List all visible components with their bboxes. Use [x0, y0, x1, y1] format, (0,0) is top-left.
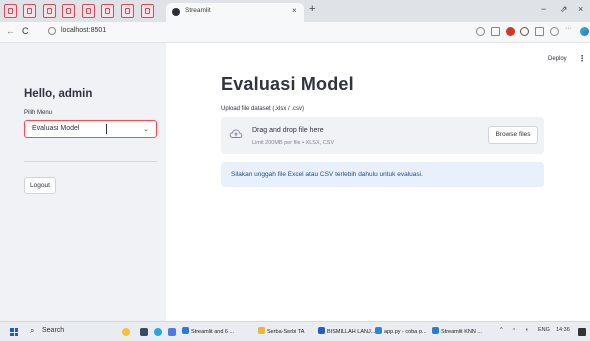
cloud-upload-icon — [229, 129, 243, 138]
search-icon: ⌕ — [30, 326, 35, 335]
word-icon — [318, 327, 325, 334]
taskbar-app-label: Streamlit KNN ... — [441, 329, 482, 335]
minimize-icon[interactable]: − — [541, 4, 546, 14]
file-dropzone[interactable]: Drag and drop file here Limit 200MB per … — [221, 117, 544, 154]
chevron-down-icon[interactable]: ⌄ — [143, 125, 149, 133]
windows-taskbar: ⌕ Search Streamlit and 6 ... Serba-Serbi… — [0, 321, 590, 341]
sidebar-greeting: Hello, admin — [24, 88, 93, 100]
pdf-icon — [8, 8, 13, 14]
menu-select-value: Evaluasi Model — [32, 125, 80, 132]
text-cursor — [106, 124, 107, 134]
task-view-icon[interactable] — [140, 328, 148, 336]
sidebar: Hello, admin Pilih Menu Evaluasi Model ⌄… — [0, 43, 166, 321]
notification-icon[interactable] — [578, 328, 586, 336]
menu-select[interactable]: Evaluasi Model ⌄ — [24, 120, 157, 138]
info-alert: Silakan unggah file Excel atau CSV terle… — [221, 162, 544, 187]
windows-start-icon[interactable] — [10, 328, 18, 336]
pinned-tab-pdf-4[interactable] — [62, 4, 75, 18]
close-window-icon[interactable]: × — [578, 4, 583, 14]
pinned-tab-pdf-5[interactable] — [82, 4, 95, 18]
tray-language[interactable]: ENG — [538, 327, 550, 333]
favorites-bar-icon[interactable] — [535, 27, 544, 36]
site-info-icon[interactable] — [48, 27, 56, 35]
restore-icon[interactable]: ⇗ — [560, 4, 568, 15]
taskbar-app-label: Streamlit and 6 ... — [191, 329, 235, 335]
file-uploader-label: Upload file dataset (.xlsx / .csv) — [221, 106, 305, 112]
taskbar-app-3[interactable]: BISMILLAH LANJ... — [318, 325, 375, 339]
tray-clock[interactable]: 14:36 — [556, 327, 570, 333]
logout-button[interactable]: Logout — [24, 177, 56, 194]
tab-streamlit[interactable]: Streamlit × — [166, 3, 304, 22]
volume-icon[interactable]: ◖ — [525, 327, 528, 333]
dropzone-instructions: Drag and drop file here — [252, 127, 324, 134]
browse-files-button[interactable]: Browse files — [488, 126, 538, 144]
taskbar-app-4[interactable]: app.py - coba p... — [375, 325, 427, 339]
edge-icon — [182, 327, 189, 334]
pinned-tab-pdf-3[interactable] — [43, 4, 56, 18]
tray-chevron-icon[interactable]: ^ — [500, 327, 503, 333]
edge-icon[interactable] — [154, 328, 162, 336]
taskbar-search[interactable]: ⌕ Search — [27, 325, 111, 338]
taskbar-app-2[interactable]: Serba-Serbi TA — [258, 325, 304, 339]
network-icon[interactable]: ◔ — [512, 327, 515, 333]
extension-adblock-icon[interactable] — [506, 27, 515, 36]
pdf-icon — [105, 8, 110, 14]
page-title: Evaluasi Model — [221, 74, 354, 94]
copilot-icon[interactable] — [580, 27, 589, 36]
tab-title: Streamlit — [185, 7, 211, 14]
folder-icon — [258, 327, 265, 334]
taskbar-app-label: Serba-Serbi TA — [267, 329, 305, 335]
main-menu-icon[interactable]: ⋮ — [578, 54, 586, 63]
info-alert-text: Silakan unggah file Excel atau CSV terle… — [231, 171, 423, 178]
dropzone-limit: Limit 200MB per file • XLSX, CSV — [252, 140, 335, 146]
edge-icon — [432, 327, 439, 334]
favorite-icon[interactable] — [491, 27, 500, 36]
pinned-tab-pdf-8[interactable] — [141, 4, 154, 18]
browser-tab-strip: Streamlit × + − ⇗ × — [0, 0, 590, 22]
url-field[interactable]: localhost:8501 — [44, 25, 464, 39]
pinned-tab-pdf-1[interactable] — [4, 4, 17, 18]
reload-icon[interactable]: C — [22, 26, 29, 36]
pdf-icon — [47, 8, 52, 14]
more-options-icon[interactable]: ··· — [565, 25, 574, 34]
new-tab-button[interactable]: + — [309, 3, 315, 15]
taskbar-app-label: app.py - coba p... — [384, 329, 427, 335]
taskbar-app-5[interactable]: Streamlit KNN ... — [432, 325, 482, 339]
sidebar-divider — [24, 161, 157, 162]
widgets-icon[interactable] — [122, 328, 130, 336]
pinned-tab-pdf-6[interactable] — [101, 4, 114, 18]
taskbar-search-text: Search — [42, 327, 65, 334]
collections-icon[interactable] — [550, 27, 559, 36]
deploy-button[interactable]: Deploy — [548, 56, 567, 62]
url-text: localhost:8501 — [61, 27, 107, 34]
address-bar: ← C localhost:8501 ··· — [0, 22, 590, 43]
taskbar-app-1[interactable]: Streamlit and 6 ... — [182, 325, 234, 339]
pdf-icon — [86, 8, 91, 14]
close-tab-icon[interactable]: × — [292, 6, 297, 15]
zoom-icon[interactable] — [476, 27, 485, 36]
streamlit-icon — [172, 8, 180, 16]
taskbar-app-label: BISMILLAH LANJ... — [327, 329, 376, 335]
back-icon[interactable]: ← — [6, 26, 15, 36]
pdf-icon — [145, 8, 150, 14]
menu-select-label: Pilih Menu — [24, 110, 53, 116]
extension-icon[interactable] — [520, 27, 529, 36]
vscode-icon — [375, 327, 382, 334]
file-explorer-icon[interactable] — [168, 328, 176, 336]
pdf-icon — [125, 8, 130, 14]
pdf-icon — [27, 8, 32, 14]
streamlit-app: Hello, admin Pilih Menu Evaluasi Model ⌄… — [0, 43, 590, 321]
pdf-icon — [66, 8, 71, 14]
pinned-tab-pdf-7[interactable] — [121, 4, 134, 18]
pinned-tab-pdf-2[interactable] — [23, 4, 36, 18]
